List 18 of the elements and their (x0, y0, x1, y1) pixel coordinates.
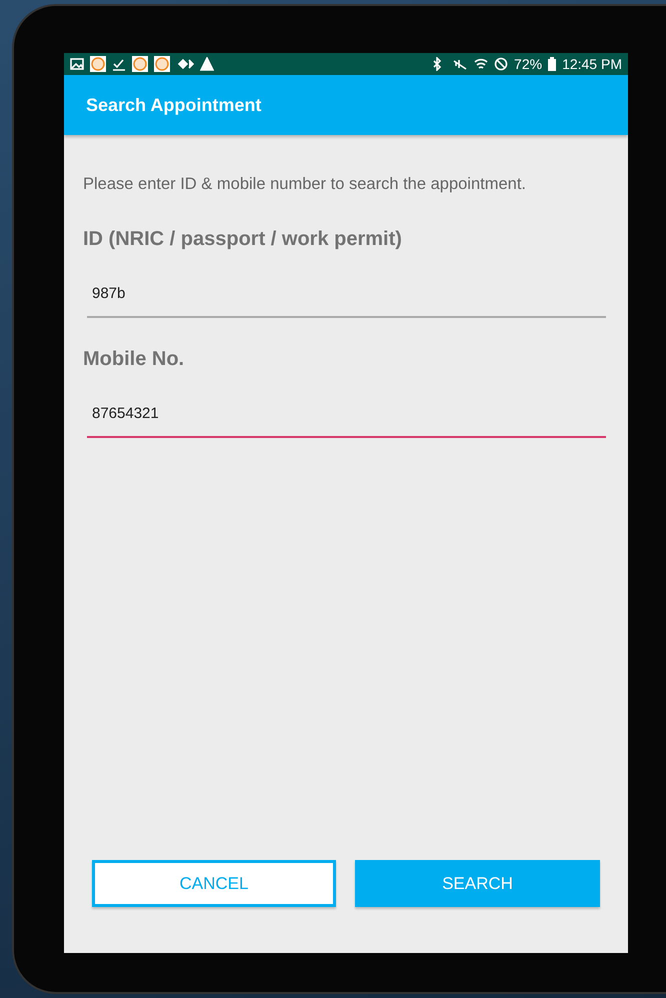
app-icon (154, 56, 170, 72)
field-label: ID (NRIC / passport / work permit) (83, 228, 403, 251)
battery-percentage: 72% (514, 56, 542, 72)
battery-icon (548, 57, 556, 71)
wifi-icon (474, 57, 488, 71)
app-icon (90, 56, 106, 72)
warning-icon (200, 57, 214, 71)
image-icon (70, 57, 84, 71)
screen-title: Search Appointment (86, 94, 262, 116)
input-field[interactable]: 987b (87, 279, 606, 318)
clock: 12:45 PM (562, 56, 622, 72)
instruction-text: Please enter ID & mobile number to search the appointment. (83, 175, 527, 194)
do-not-disturb-icon (494, 57, 508, 71)
app-icon (132, 56, 148, 72)
field-label: Mobile No. (83, 348, 186, 371)
diamond-icon (176, 57, 194, 71)
input-field[interactable]: 87654321 (87, 399, 606, 438)
download-done-icon (112, 57, 126, 71)
